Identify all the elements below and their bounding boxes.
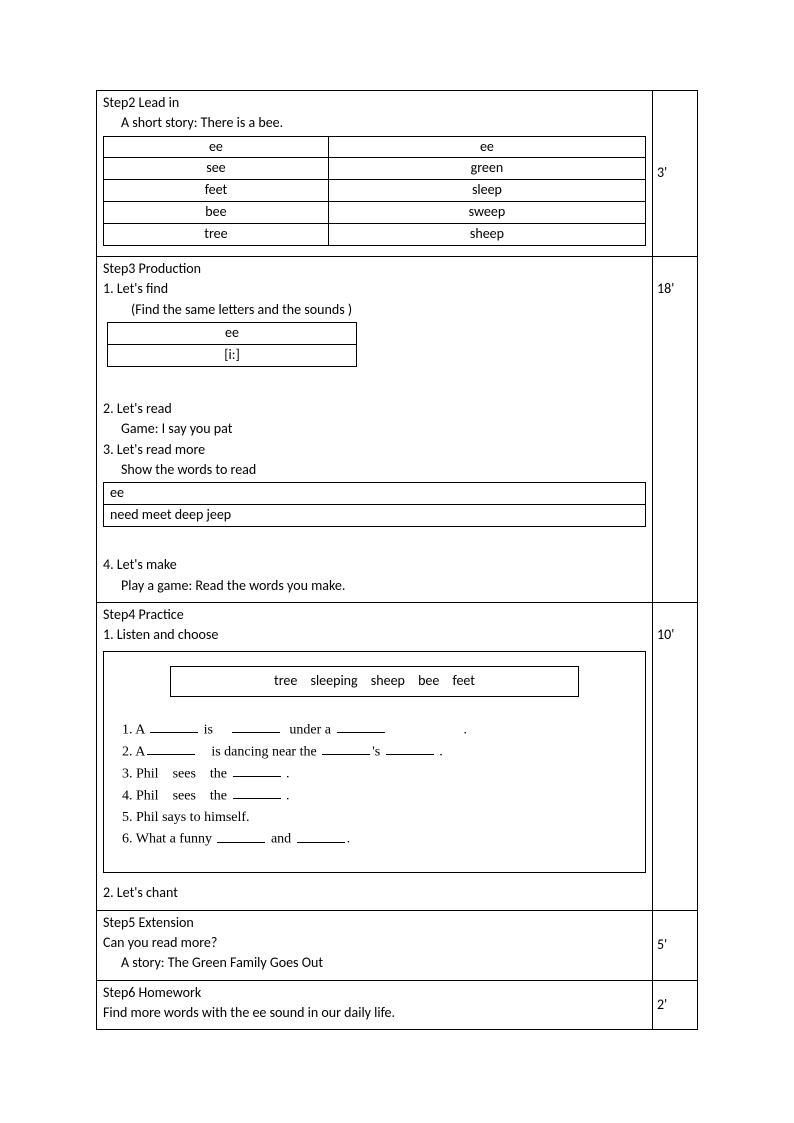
cell: sheep bbox=[328, 224, 645, 246]
step5-line2: A story: The Green Family Goes Out bbox=[103, 953, 646, 973]
text: 1. A bbox=[122, 722, 148, 737]
text: . bbox=[286, 788, 290, 803]
step5-time: 5' bbox=[653, 910, 698, 980]
step3-p1-sub: (Find the same letters and the sounds ) bbox=[103, 300, 646, 320]
lesson-plan-table: Step2 Lead in A short story: There is a … bbox=[96, 90, 698, 1030]
text: . bbox=[464, 722, 468, 737]
cell: tree bbox=[104, 224, 329, 246]
step4-time: 10' bbox=[653, 602, 698, 910]
cell: green bbox=[328, 158, 645, 180]
cell: ee bbox=[328, 136, 645, 158]
step6-time: 2' bbox=[653, 980, 698, 1030]
step2-title: Step2 Lead in bbox=[103, 94, 179, 111]
step3-p3-title: 3. Let's read more bbox=[103, 441, 205, 458]
practice-box: tree sleeping sheep bee feet 1. A is und… bbox=[103, 651, 646, 873]
text: 3. Phil sees the bbox=[122, 766, 231, 781]
cell: [i:] bbox=[108, 344, 357, 366]
blank bbox=[147, 741, 195, 755]
step3-time: 18' bbox=[653, 257, 698, 603]
cell: see bbox=[104, 158, 329, 180]
cell: sweep bbox=[328, 202, 645, 224]
text: 's bbox=[372, 744, 383, 759]
step4-p1-title: 1. Listen and choose bbox=[103, 626, 218, 643]
step5-title: Step5 Extension bbox=[103, 914, 194, 931]
text: and bbox=[267, 832, 294, 847]
step5-line1: Can you read more? bbox=[103, 934, 217, 951]
blank bbox=[232, 719, 280, 733]
text: . bbox=[439, 744, 443, 759]
step5-row: Step5 Extension Can you read more? A sto… bbox=[97, 910, 698, 980]
blank bbox=[150, 719, 198, 733]
cell: feet bbox=[104, 180, 329, 202]
step3-content: Step3 Production 1. Let's find (Find the… bbox=[97, 257, 653, 603]
step4-title: Step4 Practice bbox=[103, 606, 184, 623]
step3-p2-sub: Game: I say you pat bbox=[103, 419, 646, 439]
step3-p1-table: ee [i:] bbox=[107, 322, 357, 367]
step3-title: Step3 Production bbox=[103, 260, 201, 277]
fill-line-2: 2. A is dancing near the 's . bbox=[122, 741, 627, 763]
fill-line-3: 3. Phil sees the . bbox=[122, 763, 627, 785]
step4-p2-title: 2. Let's chant bbox=[103, 884, 178, 901]
blank bbox=[217, 828, 265, 842]
fill-line-4: 4. Phil sees the . bbox=[122, 785, 627, 807]
cell: sleep bbox=[328, 180, 645, 202]
step4-content: Step4 Practice 1. Listen and choose tree… bbox=[97, 602, 653, 910]
fill-line-6: 6. What a funny and . bbox=[122, 828, 627, 850]
step6-content: Step6 Homework Find more words with the … bbox=[97, 980, 653, 1030]
cell: bee bbox=[104, 202, 329, 224]
text: is dancing near the bbox=[211, 744, 320, 759]
cell: ee bbox=[104, 136, 329, 158]
step2-row: Step2 Lead in A short story: There is a … bbox=[97, 91, 698, 257]
blank bbox=[386, 741, 434, 755]
text: 2. A bbox=[122, 744, 145, 759]
step2-sub: A short story: There is a bee. bbox=[103, 113, 646, 133]
step2-word-table: eeee seegreen feetsleep beesweep treeshe… bbox=[103, 136, 646, 246]
step3-row: Step3 Production 1. Let's find (Find the… bbox=[97, 257, 698, 603]
blank bbox=[233, 785, 281, 799]
word-bank: tree sleeping sheep bee feet bbox=[170, 666, 579, 696]
text: . bbox=[347, 832, 351, 847]
blank bbox=[322, 741, 370, 755]
step3-p4-title: 4. Let's make bbox=[103, 556, 177, 573]
step5-content: Step5 Extension Can you read more? A sto… bbox=[97, 910, 653, 980]
blank bbox=[233, 763, 281, 777]
step6-row: Step6 Homework Find more words with the … bbox=[97, 980, 698, 1030]
text: 6. What a funny bbox=[122, 832, 215, 847]
text: under a bbox=[289, 722, 334, 737]
fill-line-1: 1. A is under a . bbox=[122, 719, 627, 741]
text: . bbox=[286, 766, 290, 781]
step2-content: Step2 Lead in A short story: There is a … bbox=[97, 91, 653, 257]
step6-line1: Find more words with the ee sound in our… bbox=[103, 1004, 395, 1021]
cell: ee bbox=[108, 322, 357, 344]
step3-p1-title: 1. Let's find bbox=[103, 280, 168, 297]
step6-title: Step6 Homework bbox=[103, 984, 201, 1001]
fill-line-5: 5. Phil says to himself. bbox=[122, 807, 627, 829]
page: Step2 Lead in A short story: There is a … bbox=[0, 0, 794, 1123]
text: is bbox=[200, 722, 213, 737]
cell: ee bbox=[104, 483, 646, 505]
step4-row: Step4 Practice 1. Listen and choose tree… bbox=[97, 602, 698, 910]
step3-p3-table: ee need meet deep jeep bbox=[103, 482, 646, 527]
blank bbox=[337, 719, 385, 733]
step3-p3-sub: Show the words to read bbox=[103, 460, 646, 480]
text: 4. Phil sees the bbox=[122, 788, 231, 803]
step3-p4-sub: Play a game: Read the words you make. bbox=[103, 576, 646, 596]
fill-lines: 1. A is under a . 2. A is dancing near t… bbox=[122, 719, 627, 851]
step2-time: 3' bbox=[653, 91, 698, 257]
step3-p2-title: 2. Let's read bbox=[103, 400, 172, 417]
blank bbox=[297, 828, 345, 842]
cell: need meet deep jeep bbox=[104, 505, 646, 527]
